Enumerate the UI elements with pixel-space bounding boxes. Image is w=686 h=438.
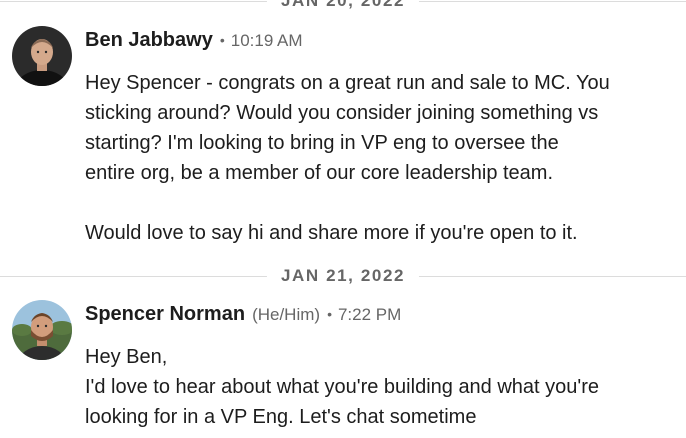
message-time: 7:22 PM bbox=[337, 305, 402, 324]
message-thread: JAN 20, 2022 Ben Jabbawy • 10:19 AM Hey … bbox=[0, 0, 686, 438]
date-divider-label: JAN 21, 2022 bbox=[266, 266, 420, 286]
avatar-photo-icon bbox=[12, 300, 72, 360]
date-divider: JAN 21, 2022 bbox=[0, 264, 686, 288]
message-body: Hey Ben, I'd love to hear about what you… bbox=[85, 346, 600, 428]
sender-name[interactable]: Spencer Norman bbox=[85, 303, 245, 326]
message-time: 10:19 AM bbox=[230, 31, 303, 50]
message-body: Hey Spencer - congrats on a great run an… bbox=[85, 72, 610, 244]
date-divider-label: JAN 20, 2022 bbox=[266, 0, 420, 11]
avatar[interactable] bbox=[12, 300, 72, 360]
avatar-photo-icon bbox=[12, 26, 72, 86]
date-divider: JAN 20, 2022 bbox=[0, 0, 686, 13]
sender-name[interactable]: Ben Jabbawy bbox=[85, 29, 213, 52]
sender-pronouns: (He/Him) bbox=[252, 305, 321, 324]
avatar[interactable] bbox=[12, 26, 72, 86]
meta-separator: • bbox=[219, 32, 225, 48]
meta-separator: • bbox=[327, 306, 332, 322]
